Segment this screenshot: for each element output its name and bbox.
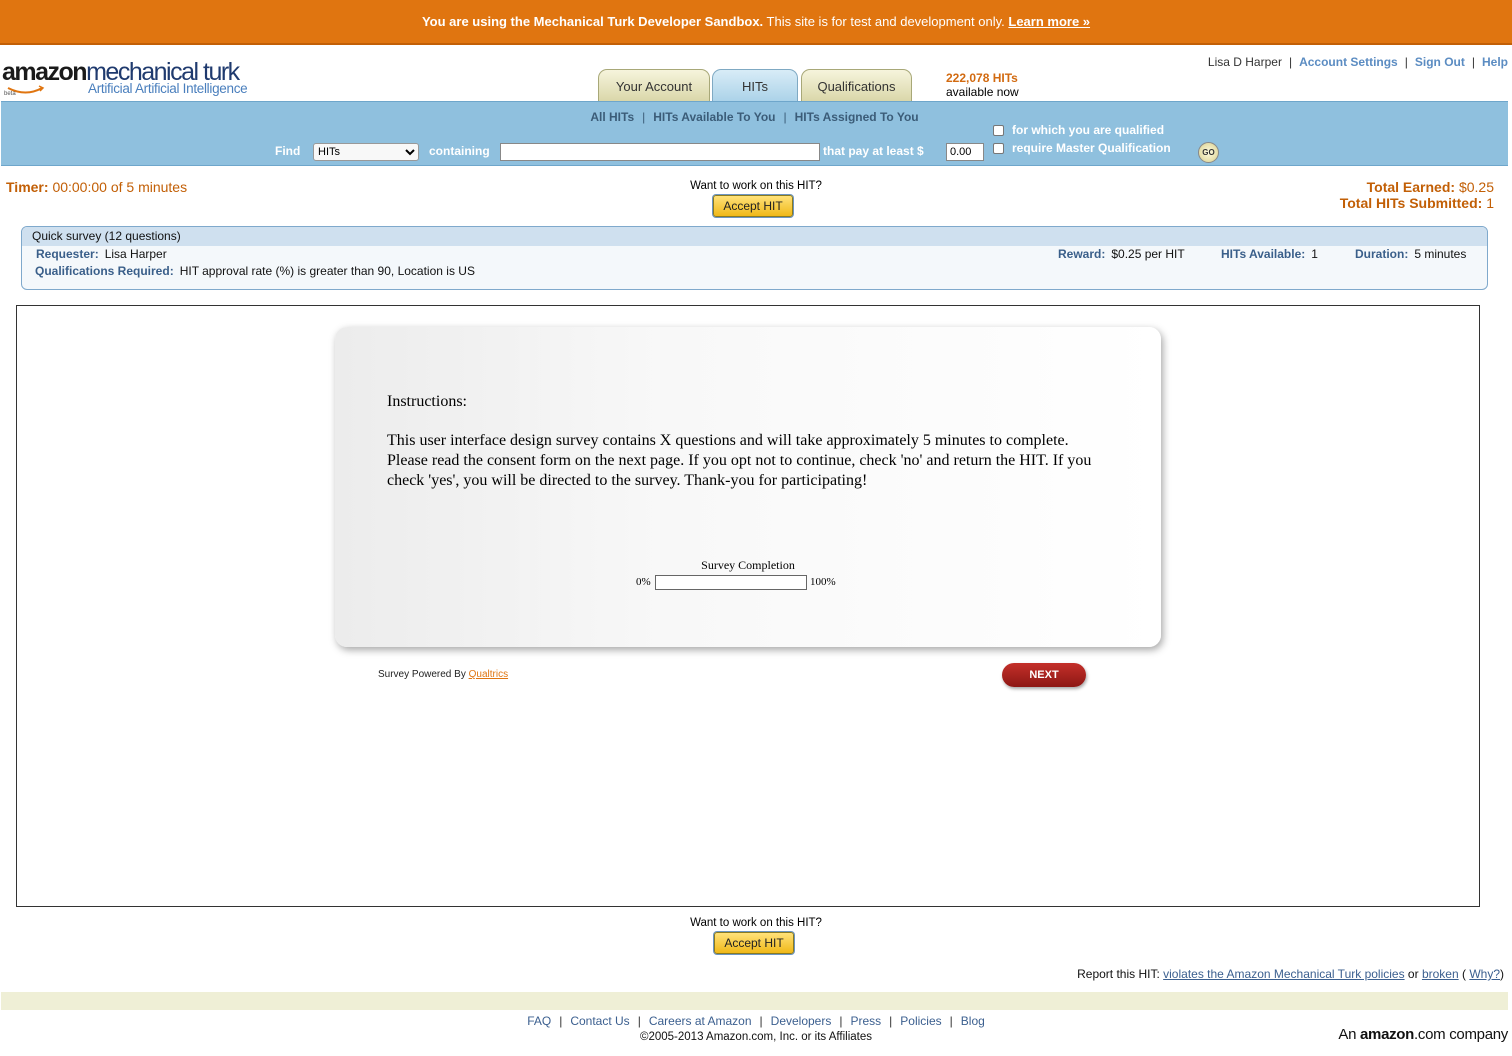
- total-earned-value: $0.25: [1458, 179, 1494, 195]
- reward-label: Reward:: [1058, 247, 1106, 261]
- hits-available-count: 222,078 HITs available now: [946, 71, 1019, 99]
- logo-tagline: Artificial Artificial Intelligence: [88, 81, 248, 96]
- footer-link-policies[interactable]: Policies: [900, 1014, 941, 1028]
- survey-card: Instructions: This user interface design…: [335, 327, 1161, 647]
- find-label: Find: [275, 144, 301, 158]
- accept-hit-button-bottom[interactable]: Accept HIT: [714, 932, 794, 954]
- logo-amazon: amazon: [2, 58, 88, 86]
- reward-value: $0.25 per HIT: [1111, 247, 1185, 261]
- sandbox-banner: You are using the Mechanical Turk Develo…: [0, 0, 1512, 45]
- mturk-logo[interactable]: amazonmechanical turk beta Artificial Ar…: [2, 59, 262, 99]
- sign-out-link[interactable]: Sign Out: [1415, 55, 1465, 69]
- why-link[interactable]: Why?: [1469, 967, 1500, 981]
- master-checkbox[interactable]: [993, 143, 1004, 154]
- hits-available-link[interactable]: HITs Available To You: [653, 110, 775, 124]
- master-label: require Master Qualification: [1012, 141, 1171, 155]
- earnings-summary: Total Earned: $0.25 Total HITs Submitted…: [1340, 179, 1494, 211]
- min-reward-input[interactable]: 0.00: [946, 143, 984, 161]
- hits-available-value: 1: [1311, 247, 1318, 261]
- qualified-label: for which you are qualified: [1012, 123, 1165, 137]
- sandbox-banner-text: This site is for test and development on…: [763, 14, 1009, 29]
- find-type-select[interactable]: HITs: [313, 143, 419, 161]
- instructions-heading: Instructions:: [387, 393, 467, 410]
- qualtrics-link[interactable]: Qualtrics: [469, 669, 508, 680]
- accept-prompt-top: Want to work on this HIT?: [690, 180, 822, 192]
- survey-completion-label: Survey Completion: [701, 558, 795, 572]
- company-an: An: [1338, 1026, 1360, 1043]
- violates-policy-link[interactable]: violates the Amazon Mechanical Turk poli…: [1163, 967, 1404, 981]
- copyright: ©2005-2013 Amazon.com, Inc. or its Affil…: [640, 1031, 872, 1043]
- hit-iframe: Instructions: This user interface design…: [16, 305, 1480, 907]
- footer-links: FAQ | Contact Us | Careers at Amazon | Develop…: [527, 1014, 985, 1028]
- hits-count-text: available now: [946, 85, 1019, 99]
- footer-link-faq[interactable]: FAQ: [527, 1014, 551, 1028]
- tab-hits[interactable]: HITs: [712, 69, 798, 103]
- requester-name: Lisa Harper: [104, 247, 167, 261]
- company-suffix: company: [1445, 1026, 1508, 1043]
- tab-qualifications[interactable]: Qualifications: [801, 69, 912, 102]
- duration-value: 5 minutes: [1414, 247, 1467, 261]
- footer-link-careers[interactable]: Careers at Amazon: [649, 1014, 752, 1028]
- containing-label: containing: [429, 144, 490, 158]
- broken-link[interactable]: broken: [1422, 967, 1459, 981]
- help-link[interactable]: Help: [1482, 55, 1508, 69]
- hit-title: Quick survey (12 questions): [22, 227, 1487, 246]
- tab-your-account[interactable]: Your Account: [598, 69, 710, 102]
- learn-more-link[interactable]: Learn more »: [1008, 14, 1090, 29]
- instructions-text: This user interface design survey contai…: [387, 432, 1092, 489]
- hit-links: All HITs | HITs Available To You | HITs Assi…: [590, 110, 919, 124]
- report-or: or: [1404, 967, 1422, 981]
- sandbox-banner-title: You are using the Mechanical Turk Develo…: [421, 14, 764, 29]
- next-button[interactable]: NEXT: [1002, 663, 1086, 687]
- report-label: Report this HIT:: [1077, 967, 1164, 981]
- search-bar: All HITs | HITs Available To You | HITs Assi…: [1, 101, 1508, 166]
- hit-details: Quick survey (12 questions) Requester: Li…: [21, 226, 1488, 290]
- hits-available-label: HITs Available:: [1221, 247, 1306, 261]
- qualifications-value: HIT approval rate (%) is greater than 90…: [179, 264, 475, 278]
- footer-band: [1, 992, 1508, 1010]
- footer-link-developers[interactable]: Developers: [771, 1014, 832, 1028]
- hits-count-number: 222,078 HITs: [946, 71, 1018, 85]
- why-close: ): [1500, 967, 1504, 981]
- header: amazonmechanical turk beta Artificial Ar…: [0, 47, 1512, 103]
- amazon-company-logo: An amazon.com company: [1338, 1026, 1508, 1043]
- total-submitted-label: Total HITs Submitted:: [1339, 195, 1483, 211]
- report-hit: Report this HIT: violates the Amazon Mec…: [1077, 967, 1504, 981]
- total-earned-label: Total Earned:: [1366, 179, 1456, 195]
- footer-link-press[interactable]: Press: [850, 1014, 881, 1028]
- progress-min-label: 0%: [636, 576, 651, 588]
- total-submitted-value: 1: [1486, 195, 1494, 211]
- logo-beta: beta: [4, 91, 16, 97]
- powered-by: Survey Powered By Qualtrics: [378, 669, 508, 680]
- survey-progress-bar: [655, 575, 807, 590]
- powered-by-text: Survey Powered By: [378, 669, 469, 680]
- user-links: Lisa D Harper | Account Settings | Sign Out |…: [1207, 55, 1508, 69]
- hits-assigned-link[interactable]: HITs Assigned To You: [795, 110, 919, 124]
- pay-label: that pay at least $: [823, 144, 924, 158]
- why-open: (: [1458, 967, 1470, 981]
- progress-max-label: 100%: [810, 576, 836, 588]
- user-name: Lisa D Harper: [1207, 55, 1282, 69]
- footer-link-contact[interactable]: Contact Us: [570, 1014, 629, 1028]
- keyword-input[interactable]: [500, 143, 820, 161]
- footer-link-blog[interactable]: Blog: [961, 1014, 985, 1028]
- requester-label: Requester:: [36, 247, 99, 261]
- qualifications-label: Qualifications Required:: [35, 264, 174, 278]
- company-com: .com: [1414, 1026, 1446, 1043]
- duration-label: Duration:: [1355, 247, 1409, 261]
- account-settings-link[interactable]: Account Settings: [1299, 55, 1398, 69]
- accept-hit-button-top[interactable]: Accept HIT: [713, 195, 793, 217]
- qualified-checkbox[interactable]: [993, 125, 1004, 136]
- all-hits-link[interactable]: All HITs: [590, 110, 634, 124]
- go-button[interactable]: GO: [1198, 142, 1219, 163]
- company-amazon: amazon: [1359, 1026, 1415, 1043]
- accept-prompt-bottom: Want to work on this HIT?: [690, 917, 822, 929]
